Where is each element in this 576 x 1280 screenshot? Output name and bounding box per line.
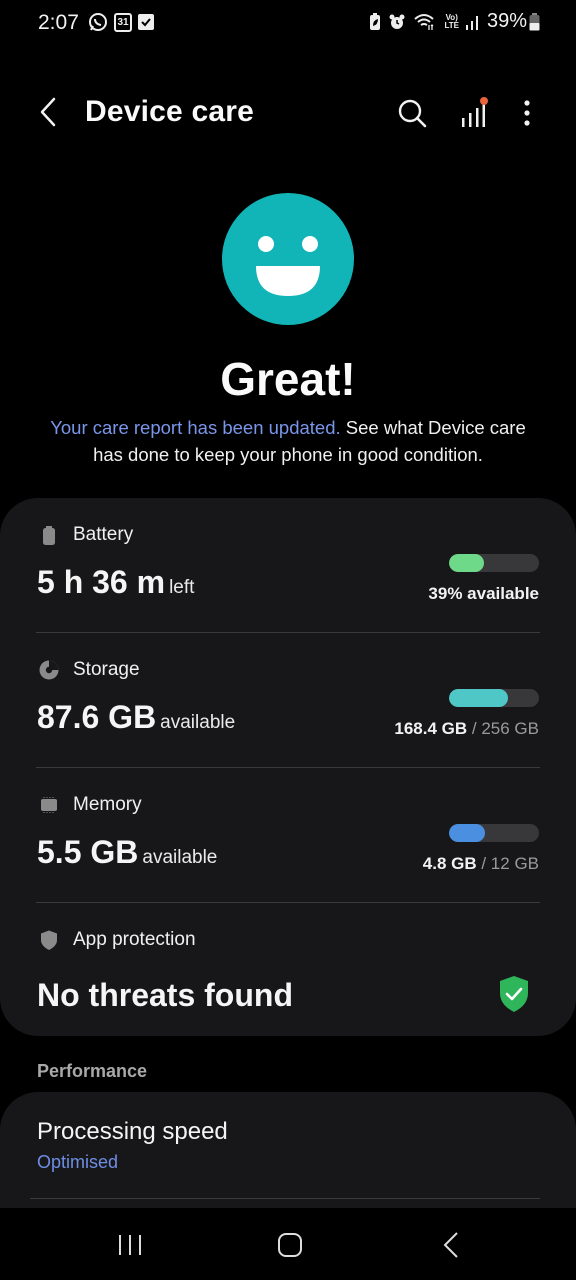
app-protection-label: App protection [73,929,196,950]
signal-icon [465,15,478,30]
battery-saver-icon [370,12,381,30]
volte-icon: Vo) LTE [444,12,459,30]
memory-bar [449,824,539,842]
notification-badge [480,97,488,105]
smiley-face-icon [222,193,354,325]
stats-icon[interactable] [458,96,490,130]
back-button[interactable] [34,94,64,130]
storage-label: Storage [73,659,140,680]
more-options-icon[interactable] [512,96,544,130]
memory-available: 5.5 GB [37,834,139,870]
memory-bar-fill [449,824,485,842]
status-description: Your care report has been updated. See w… [50,417,526,465]
protection-status: No threats found [37,977,293,1013]
storage-bar-fill [449,689,509,707]
page-title: Device care [85,95,255,128]
calendar-icon: 31 [114,12,132,32]
battery-percent: 39% [486,10,527,32]
care-report-link[interactable]: Your care report has been updated. [50,417,340,438]
whatsapp-icon [89,13,107,31]
recent-apps-button[interactable] [110,1230,150,1260]
battery-item[interactable]: Battery 5 h 36 m left 39% available [0,498,576,633]
memory-used: 4.8 GB [422,854,477,873]
status-title: Great! [220,353,356,405]
storage-available: 87.6 GB [37,699,157,735]
memory-chip-icon [41,797,57,813]
search-icon[interactable] [396,96,428,130]
shield-check-icon [500,976,528,1012]
home-button[interactable] [270,1230,310,1260]
storage-used: 168.4 GB [394,719,468,738]
status-bar: 2:07 31 Vo) LTE 39% [0,0,576,48]
processing-speed-status: Optimised [37,1152,119,1172]
processing-speed-title: Processing speed [37,1118,228,1145]
wifi-icon [414,13,435,30]
memory-label: Memory [73,794,142,815]
battery-icon [43,526,55,545]
battery-time-left: 5 h 36 m [37,564,166,600]
memory-total: / 12 GB [481,854,539,873]
app-protection-item[interactable]: App protection No threats found [0,903,576,1036]
storage-item[interactable]: Storage 87.6 GB available 168.4 GB / 256 … [0,633,576,768]
performance-section-label: Performance [37,1061,148,1081]
app-bar: Device care [0,80,576,146]
alarm-icon [389,14,405,29]
battery-label: Battery [73,524,134,545]
battery-icon [529,12,540,30]
memory-item[interactable]: Memory 5.5 GB available 4.8 GB / 12 GB [0,768,576,903]
shield-icon [41,930,57,950]
checkbox-icon [138,14,154,30]
storage-total: / 256 GB [471,719,539,738]
storage-icon [39,660,59,680]
battery-available: 39% available [428,584,539,603]
battery-bar [449,554,539,572]
status-time: 2:07 [38,11,79,34]
divider [30,1198,540,1199]
device-status-card: Battery 5 h 36 m left 39% available Stora… [0,498,576,1036]
battery-bar-fill [449,554,485,572]
back-nav-button[interactable] [432,1230,472,1260]
storage-bar [449,689,539,707]
navigation-bar [0,1208,576,1280]
